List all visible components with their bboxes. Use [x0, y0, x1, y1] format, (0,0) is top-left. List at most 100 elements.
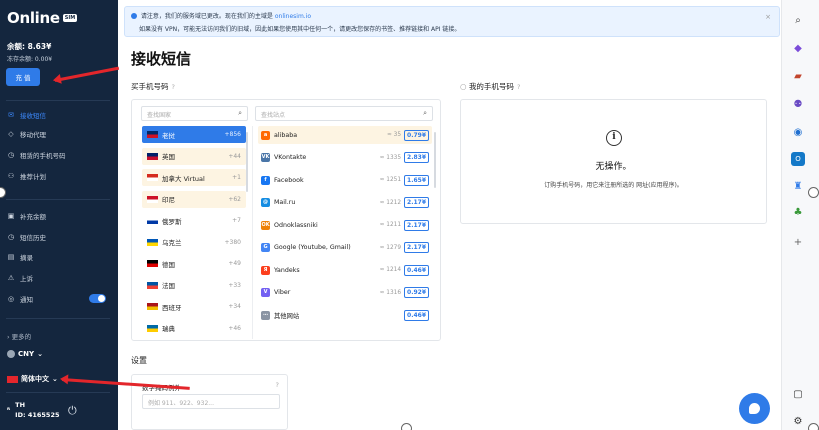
country-flag-icon [147, 260, 158, 267]
country-row[interactable]: 印尼 +62 [142, 190, 246, 208]
tag-icon[interactable]: ◆ [791, 42, 805, 56]
country-row[interactable]: 瑞典 +46 [142, 320, 246, 337]
currency-selector[interactable]: CNY ⌄ [7, 350, 43, 358]
mask-exception-input[interactable]: 例如 911、922、932... [142, 394, 280, 409]
country-row[interactable]: 法国 +33 [142, 277, 246, 294]
browser-side-rail: ⌕ ◆ ▰ ⚉ ◉ O ♜ ♣ + ▢ ⚙ [781, 0, 819, 430]
country-flag-icon [147, 195, 158, 203]
country-code: +380 [224, 238, 241, 246]
service-row[interactable]: V Viber ≈ 1316 0.92¥ [258, 284, 432, 302]
country-row[interactable]: 西班牙 +34 [142, 298, 246, 315]
sidebar-item-mobile-proxy[interactable]: ◇ 移动代理 [0, 125, 118, 143]
service-name: Mail.ru [274, 199, 296, 206]
search-icon[interactable]: ⌕ [791, 14, 805, 28]
country-row[interactable]: 英国 +44 [142, 147, 246, 165]
resize-handle[interactable] [808, 423, 819, 430]
service-row[interactable]: f Facebook ≈ 1251 1.65¥ [258, 171, 432, 189]
service-row[interactable]: G Google (Youtube, Gmail) ≈ 1279 2.17¥ [258, 239, 432, 257]
logo[interactable]: Online SIM [7, 9, 78, 27]
wallet-icon: ▣ [7, 212, 15, 220]
user-icon: ᴿ [7, 406, 11, 414]
service-row[interactable]: Я Yandeks ≈ 1214 0.46¥ [258, 261, 432, 279]
sidebar-item-sms-history[interactable]: ◷ 短信历史 [0, 228, 118, 246]
chat-support-button[interactable] [739, 393, 770, 424]
balance: 余额: 8.63¥ [7, 42, 52, 51]
service-price-button[interactable]: 0.92¥ [404, 287, 429, 298]
service-row[interactable]: VK VKontakte ≈ 1335 2.83¥ [258, 149, 432, 167]
country-search-input[interactable]: 查找国家 ⌕ [141, 106, 248, 121]
top-up-button[interactable]: 充 值 [6, 68, 40, 86]
country-row[interactable]: 老挝 +856 [142, 126, 246, 143]
service-count: ≈ 1316 [379, 289, 402, 296]
country-code: +856 [224, 131, 241, 138]
country-row[interactable]: 俄罗斯 +7 [142, 212, 246, 229]
resize-handle[interactable] [808, 187, 819, 198]
help-icon[interactable]: ? [517, 83, 520, 91]
sidebar-item-appeal[interactable]: ⚠ 上诉 [0, 269, 118, 287]
country-name: 法国 [162, 282, 175, 290]
service-row[interactable]: @ Mail.ru ≈ 1212 2.17¥ [258, 194, 432, 212]
language-selector[interactable]: 简体中文 ⌄ [7, 374, 58, 384]
service-icon: OK [261, 220, 270, 230]
more-menu[interactable]: › 更多的 [7, 331, 31, 341]
copilot-icon[interactable]: ◉ [791, 126, 805, 140]
sidebar-item-label: 移动代理 [20, 131, 46, 139]
country-row[interactable]: 加拿大 Virtual +1 [142, 169, 246, 186]
country-code: +7 [232, 217, 241, 224]
sidebar-toggle-icon[interactable]: ▢ [791, 388, 805, 402]
people-icon[interactable]: ⚉ [791, 98, 805, 112]
sidebar-item-statement[interactable]: ▤ 摘录 [0, 248, 118, 266]
service-price-button[interactable]: 0.79¥ [404, 129, 429, 141]
country-name: 加拿大 Virtual [162, 174, 205, 183]
sidebar-item-rented-numbers[interactable]: ◷ 租赁的手机号码 [0, 146, 118, 164]
domain-link[interactable]: onlinesim.io [275, 13, 311, 20]
service-price-button[interactable]: 2.17¥ [404, 242, 429, 253]
country-row[interactable]: 德国 +49 [142, 255, 246, 272]
service-price-button[interactable]: 2.17¥ [404, 219, 429, 231]
country-flag-icon [147, 303, 158, 310]
service-scrollbar[interactable] [434, 132, 436, 188]
country-code: +33 [228, 281, 241, 289]
divider [6, 318, 110, 319]
document-icon: ▤ [7, 253, 15, 261]
service-price-button[interactable]: 1.65¥ [404, 174, 429, 186]
notice-text: 请注意，我们的服务域已更改。现在我们的主域是 [140, 13, 273, 20]
service-price-button[interactable]: 0.46¥ [404, 309, 429, 321]
currency-label: CNY [18, 350, 35, 358]
service-name: Odnoklassniki [274, 221, 318, 229]
country-scrollbar[interactable] [246, 132, 248, 192]
service-row[interactable]: OK Odnoklassniki ≈ 1211 2.17¥ [258, 216, 432, 234]
help-icon[interactable]: ? [172, 83, 175, 91]
domain-notice: 请注意，我们的服务域已更改。现在我们的主域是 onlinesim.io 如果没有… [124, 6, 780, 37]
notifications-toggle[interactable] [89, 294, 106, 303]
search-icon: ⌕ [423, 109, 427, 117]
service-row[interactable]: ⋯ 其他网站 0.46¥ [258, 306, 432, 324]
service-price-button[interactable]: 2.83¥ [404, 152, 429, 163]
add-icon[interactable]: + [791, 236, 805, 250]
tree-icon[interactable]: ♣ [791, 206, 805, 220]
sidebar-item-top-up[interactable]: ▣ 补充余额 [0, 207, 118, 225]
service-row[interactable]: a alibaba ≈ 35 0.79¥ [258, 126, 432, 144]
service-count: ≈ 1214 [379, 267, 402, 273]
user-profile[interactable]: ᴿ TH ID: 4165525 [7, 400, 60, 420]
resize-handle[interactable] [401, 423, 412, 430]
close-icon[interactable]: × [765, 13, 771, 21]
service-price-button[interactable]: 2.17¥ [404, 197, 429, 208]
divider [6, 100, 110, 101]
outlook-icon[interactable]: O [791, 152, 805, 166]
help-icon[interactable]: ? [276, 381, 279, 389]
service-search-input[interactable]: 查找站点 ⌕ [255, 106, 433, 121]
service-name: Facebook [274, 176, 304, 184]
gear-icon[interactable]: ⚙ [791, 415, 805, 429]
china-flag-icon [7, 375, 18, 383]
sidebar-item-referral[interactable]: ⚇ 推荐计划 [0, 167, 118, 185]
divider [6, 392, 110, 393]
country-row[interactable]: 乌克兰 +380 [142, 234, 246, 251]
games-icon[interactable]: ♜ [791, 180, 805, 194]
logo-badge: SIM [62, 14, 78, 22]
service-price-button[interactable]: 0.46¥ [404, 264, 429, 276]
shopping-icon[interactable]: ▰ [791, 70, 805, 84]
logout-icon[interactable]: ⏻ [68, 404, 77, 418]
sidebar-item-receive-sms[interactable]: ✉ 接收短信 [0, 106, 118, 124]
service-name: Google (Youtube, Gmail) [274, 244, 351, 251]
